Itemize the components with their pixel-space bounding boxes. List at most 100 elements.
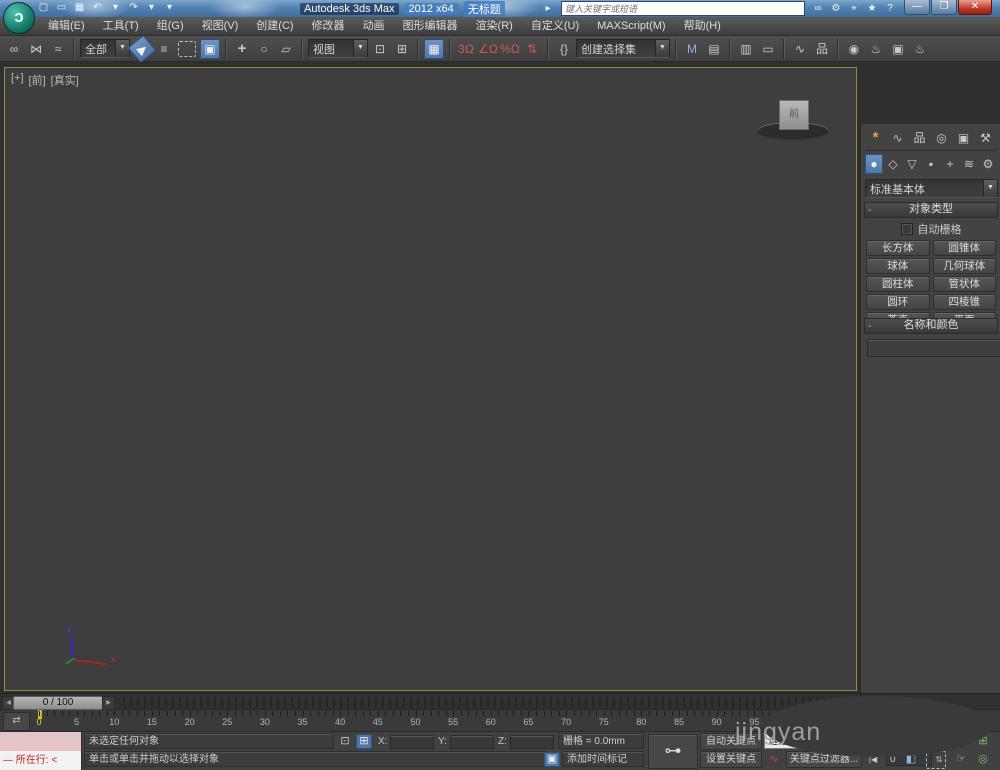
selection-filter-dropdown[interactable]: 全部 ▼ bbox=[80, 39, 130, 58]
render-production-icon[interactable]: ♨ bbox=[910, 39, 930, 59]
viewport-shading-menu[interactable]: [真实] bbox=[51, 72, 79, 88]
set-key-button[interactable]: 设置关键点 bbox=[700, 751, 762, 768]
menu-item-8[interactable]: 渲染(R) bbox=[468, 17, 521, 35]
name-color-rollout-header[interactable]: - 名称和颜色 bbox=[864, 318, 998, 334]
chevron-down-icon[interactable]: ▼ bbox=[655, 40, 669, 57]
tab-display-icon[interactable]: ▣ bbox=[953, 128, 974, 148]
menu-item-7[interactable]: 图形编辑器 bbox=[395, 17, 466, 35]
reference-coordinate-dropdown[interactable]: 视图 ▼ bbox=[308, 39, 368, 58]
snaps-toggle-3d-icon[interactable]: 3Ω bbox=[456, 39, 476, 59]
select-and-link-icon[interactable]: ∞ bbox=[4, 39, 24, 59]
sub-helpers-icon[interactable]: + bbox=[941, 154, 959, 174]
autogrid-checkbox[interactable] bbox=[900, 223, 913, 235]
primitive-button-5[interactable]: 管状体 bbox=[932, 276, 996, 292]
minimize-button[interactable]: — bbox=[904, 0, 930, 15]
z-field[interactable] bbox=[510, 735, 554, 749]
front-viewport[interactable]: [+] [前] [真实] 前 z x bbox=[4, 67, 857, 691]
undo-dropdown-icon[interactable]: ▾ bbox=[108, 1, 123, 15]
app-logo-icon[interactable]: ↄ bbox=[3, 2, 35, 34]
angle-snap-icon[interactable]: ∠Ω bbox=[478, 39, 498, 59]
use-pivot-center-icon[interactable]: ⊡ bbox=[370, 39, 390, 59]
macro-recorder-pane[interactable] bbox=[0, 732, 81, 752]
menu-item-4[interactable]: 创建(C) bbox=[248, 17, 301, 35]
redo-dropdown-icon[interactable]: ▾ bbox=[144, 1, 159, 15]
chevron-down-icon[interactable]: ▼ bbox=[115, 40, 129, 57]
menu-item-1[interactable]: 工具(T) bbox=[95, 17, 147, 35]
menu-item-10[interactable]: MAXScript(M) bbox=[589, 17, 673, 35]
viewcube-cube[interactable]: 前 bbox=[779, 100, 809, 130]
align-icon[interactable]: ▤ bbox=[704, 39, 724, 59]
maximize-button[interactable]: ❐ bbox=[931, 0, 957, 15]
wrench-icon[interactable]: ⚙ bbox=[828, 2, 844, 16]
menu-item-9[interactable]: 自定义(U) bbox=[523, 17, 587, 35]
chevron-down-icon[interactable]: ▼ bbox=[983, 180, 997, 197]
pan-view-icon[interactable]: ☞ bbox=[952, 751, 970, 767]
primitive-category-dropdown[interactable]: 标准基本体 ▼ bbox=[865, 179, 998, 198]
favorites-star-icon[interactable]: ★ bbox=[864, 2, 880, 16]
select-object-icon[interactable]: ▶ bbox=[127, 34, 157, 63]
graphite-ribbon-toggle-icon[interactable]: ▭ bbox=[758, 39, 778, 59]
selection-lock-icon[interactable]: ⊡ bbox=[337, 734, 353, 749]
communication-center-icon[interactable]: ⌖ bbox=[846, 2, 862, 16]
undo-icon[interactable]: ↶ bbox=[90, 1, 105, 15]
x-field[interactable] bbox=[390, 735, 434, 749]
sub-cameras-icon[interactable]: ▪ bbox=[922, 154, 940, 174]
sub-shapes-icon[interactable]: ◇ bbox=[884, 154, 902, 174]
primitive-button-6[interactable]: 圆环 bbox=[866, 294, 930, 310]
sub-systems-icon[interactable]: ⚙ bbox=[979, 154, 997, 174]
tab-utilities-icon[interactable]: ⚒ bbox=[975, 128, 996, 148]
set-keys-button[interactable]: ⊶ bbox=[648, 734, 698, 769]
viewcube[interactable]: 前 bbox=[758, 96, 828, 140]
tab-create-icon[interactable]: * bbox=[865, 128, 886, 148]
object-type-rollout-header[interactable]: - 对象类型 bbox=[864, 202, 998, 218]
spinner-snap-icon[interactable]: ⇅ bbox=[522, 39, 542, 59]
tab-modify-icon[interactable]: ∿ bbox=[887, 128, 908, 148]
default-tangent-icon[interactable]: ∿ bbox=[766, 752, 782, 767]
sub-lights-icon[interactable]: ▽ bbox=[903, 154, 921, 174]
schematic-view-icon[interactable]: 品 bbox=[812, 39, 832, 59]
select-and-rotate-icon[interactable]: ○ bbox=[254, 39, 274, 59]
new-scene-icon[interactable]: ▢ bbox=[36, 1, 51, 15]
viewport-general-menu[interactable]: [+] bbox=[11, 72, 24, 88]
keyboard-override-icon[interactable]: ▦ bbox=[424, 38, 444, 59]
listener-pane[interactable]: — 所在行: < bbox=[0, 751, 81, 770]
close-button[interactable]: ✕ bbox=[958, 0, 992, 15]
window-crossing-icon[interactable]: ▣ bbox=[200, 38, 220, 59]
collapse-icon[interactable]: - bbox=[868, 320, 878, 333]
menu-item-11[interactable]: 帮助(H) bbox=[676, 17, 729, 35]
sub-spacewarps-icon[interactable]: ≋ bbox=[960, 154, 978, 174]
primitive-button-3[interactable]: 几何球体 bbox=[932, 258, 996, 274]
qat-flyout-icon[interactable]: ▾ bbox=[162, 1, 177, 15]
collapse-icon[interactable]: - bbox=[868, 204, 878, 217]
menu-item-0[interactable]: 编辑(E) bbox=[40, 17, 93, 35]
primitive-button-1[interactable]: 圆锥体 bbox=[932, 240, 996, 256]
rectangular-selection-region-icon[interactable] bbox=[178, 40, 196, 57]
save-file-icon[interactable]: ▦ bbox=[72, 1, 87, 15]
mirror-icon[interactable]: M bbox=[682, 39, 702, 59]
percent-snap-icon[interactable]: %Ω bbox=[500, 39, 520, 59]
named-selection-sets-dropdown[interactable]: 创建选择集 ▼ bbox=[576, 39, 670, 58]
menu-item-2[interactable]: 组(G) bbox=[149, 17, 192, 35]
menu-item-3[interactable]: 视图(V) bbox=[194, 17, 247, 35]
render-setup-icon[interactable]: ♨ bbox=[866, 39, 886, 59]
select-and-scale-icon[interactable]: ▱ bbox=[276, 39, 296, 59]
tab-hierarchy-icon[interactable]: 品 bbox=[909, 128, 930, 148]
select-by-name-icon[interactable]: ≡ bbox=[154, 39, 174, 59]
material-editor-icon[interactable]: ◉ bbox=[844, 39, 864, 59]
sub-geometry-icon[interactable]: ● bbox=[865, 154, 883, 174]
primitive-button-7[interactable]: 四棱锥 bbox=[932, 294, 996, 310]
object-name-field[interactable] bbox=[867, 339, 1000, 357]
unlink-selection-icon[interactable]: ⋈ bbox=[26, 39, 46, 59]
track-range-icon[interactable]: ⇄ bbox=[3, 712, 30, 731]
redo-icon[interactable]: ↷ bbox=[126, 1, 141, 15]
add-time-tag[interactable]: 添加时间标记 bbox=[562, 751, 644, 767]
absolute-mode-icon[interactable]: ⊞ bbox=[356, 734, 372, 749]
primitive-button-0[interactable]: 长方体 bbox=[866, 240, 930, 256]
orbit-view-icon[interactable]: ◎ bbox=[974, 751, 992, 767]
help-icon[interactable]: ? bbox=[882, 2, 898, 16]
tab-motion-icon[interactable]: ◎ bbox=[931, 128, 952, 148]
select-and-move-icon[interactable]: + bbox=[232, 39, 252, 59]
manage-layers-icon[interactable]: ▥ bbox=[736, 39, 756, 59]
primitive-button-4[interactable]: 圆柱体 bbox=[866, 276, 930, 292]
edit-named-selection-sets-icon[interactable]: {} bbox=[554, 39, 574, 59]
